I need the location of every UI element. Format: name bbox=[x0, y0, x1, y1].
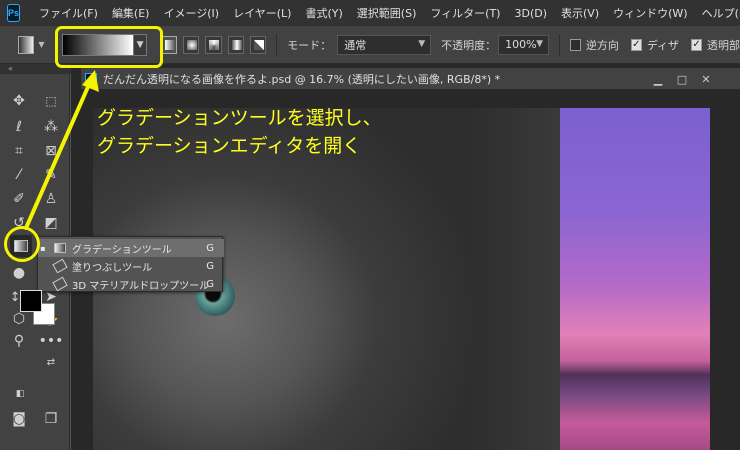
divider bbox=[559, 33, 560, 56]
shortcut-key: G bbox=[206, 260, 214, 272]
radial-gradient-button[interactable] bbox=[183, 35, 200, 54]
reflected-gradient-button[interactable] bbox=[227, 35, 245, 54]
angle-gradient-button[interactable] bbox=[205, 35, 222, 54]
tool-preset-picker[interactable] bbox=[18, 35, 35, 54]
chevron-down-icon: ▼ bbox=[536, 38, 544, 49]
menu-select[interactable]: 選択範囲(S) bbox=[350, 5, 424, 21]
gradient-picker-highlight bbox=[55, 26, 163, 68]
move-tool-icon[interactable]: ✥ bbox=[8, 90, 30, 112]
linear-gradient-button[interactable] bbox=[160, 35, 178, 54]
dither-checkbox[interactable]: ✓ bbox=[630, 38, 642, 51]
blur-tool-icon[interactable]: ● bbox=[8, 262, 30, 284]
transparency-checkbox[interactable]: ✓ bbox=[691, 38, 702, 51]
stamp-tool-icon[interactable]: ♙ bbox=[40, 188, 62, 210]
reverse-checkbox[interactable] bbox=[569, 38, 581, 51]
document-title: だんだん透明になる画像を作るよ.psd @ 16.7% (透明にしたい画像, R… bbox=[103, 72, 501, 86]
gradient-fade-area bbox=[473, 108, 563, 450]
default-colors-icon[interactable]: ◧ bbox=[14, 388, 26, 400]
3d-material-drop-icon bbox=[52, 276, 68, 292]
menu-layer[interactable]: レイヤー(L) bbox=[226, 5, 298, 21]
flyout-label: グラデーションツール bbox=[72, 244, 172, 256]
tutorial-annotation: グラデーションツールを選択し、 グラデーションエディタを開く bbox=[97, 104, 382, 160]
lasso-tool-icon[interactable]: ℓ bbox=[8, 116, 30, 138]
photoshop-logo: Ps bbox=[7, 4, 21, 22]
magic-wand-tool-icon[interactable]: ⁂ bbox=[40, 116, 62, 138]
screen-mode-icon[interactable]: ❐ bbox=[40, 408, 62, 430]
opacity-label: 不透明度： bbox=[441, 38, 497, 52]
diamond-gradient-button[interactable] bbox=[250, 35, 267, 54]
foreground-color-swatch[interactable] bbox=[20, 290, 42, 312]
document-tab[interactable]: だんだん透明になる画像を作るよ.psd @ 16.7% (透明にしたい画像, R… bbox=[81, 68, 740, 90]
eyedropper-tool-icon[interactable]: ⁄ bbox=[8, 164, 30, 186]
reverse-label: 逆方向 bbox=[585, 38, 619, 52]
chevron-down-icon: ▼ bbox=[418, 38, 426, 49]
opacity-value: 100% bbox=[505, 38, 537, 51]
gradient-tool-icon bbox=[54, 243, 66, 253]
menu-image[interactable]: イメージ(I) bbox=[156, 5, 226, 21]
shortcut-key: G bbox=[206, 242, 214, 254]
psd-file-icon bbox=[85, 72, 97, 85]
menu-file[interactable]: ファイル(F) bbox=[32, 5, 105, 21]
zoom-tool-icon[interactable]: ⚲ bbox=[8, 330, 30, 352]
mode-value: 通常 bbox=[344, 38, 367, 52]
paint-bucket-icon bbox=[52, 258, 68, 274]
flyout-label: 塗りつぶしツール bbox=[72, 262, 153, 274]
menu-help[interactable]: ヘルプ(H) bbox=[695, 5, 740, 21]
flyout-item-3d-material-drop-tool[interactable]: 3D マテリアルドロップツール G bbox=[38, 275, 224, 293]
close-icon[interactable]: ✕ bbox=[697, 72, 715, 86]
annotation-line-2: グラデーションエディタを開く bbox=[97, 135, 362, 157]
mode-label: モード： bbox=[287, 38, 332, 52]
brush-tool-icon[interactable]: ✐ bbox=[8, 188, 30, 210]
shortcut-key: G bbox=[206, 278, 214, 290]
chevron-down-icon[interactable]: ▼ bbox=[38, 40, 44, 49]
sunset-photo bbox=[560, 108, 710, 450]
annotation-line-1: グラデーションツールを選択し、 bbox=[97, 107, 382, 129]
frame-tool-icon[interactable]: ⊠ bbox=[40, 140, 62, 162]
marquee-tool-icon[interactable]: ⬚ bbox=[40, 90, 62, 112]
swap-colors-icon[interactable]: ⇄ bbox=[44, 355, 58, 369]
mode-select[interactable]: 通常 ▼ bbox=[337, 34, 432, 55]
crop-tool-icon[interactable]: ⌗ bbox=[8, 140, 30, 162]
menu-3d[interactable]: 3D(D) bbox=[507, 7, 554, 20]
menu-bar: Ps ファイル(F) 編集(E) イメージ(I) レイヤー(L) 書式(Y) 選… bbox=[0, 0, 740, 26]
dither-label: ディザ bbox=[646, 38, 680, 52]
healing-brush-tool-icon[interactable]: ✎ bbox=[40, 164, 62, 186]
menu-edit[interactable]: 編集(E) bbox=[105, 5, 157, 21]
flyout-label: 3D マテリアルドロップツール bbox=[72, 280, 210, 292]
minimize-icon[interactable]: ▁ bbox=[649, 72, 667, 86]
transparency-label: 透明部 bbox=[707, 38, 740, 52]
menu-view[interactable]: 表示(V) bbox=[554, 5, 606, 21]
flyout-item-paint-bucket-tool[interactable]: 塗りつぶしツール G bbox=[38, 257, 224, 275]
quick-mask-icon[interactable]: ◙ bbox=[8, 408, 30, 430]
eraser-tool-icon[interactable]: ◩ bbox=[40, 212, 62, 234]
maximize-icon[interactable]: □ bbox=[673, 72, 691, 86]
divider bbox=[276, 33, 278, 56]
gradient-tool-highlight bbox=[4, 226, 40, 262]
more-tools-icon[interactable]: ••• bbox=[39, 330, 64, 352]
menu-window[interactable]: ウィンドウ(W) bbox=[606, 5, 694, 21]
menu-filter[interactable]: フィルター(T) bbox=[423, 5, 507, 21]
menu-type[interactable]: 書式(Y) bbox=[298, 5, 349, 21]
tool-flyout-menu: ▪ グラデーションツール G 塗りつぶしツール G 3D マテリアルドロップツー… bbox=[37, 236, 224, 293]
flyout-item-gradient-tool[interactable]: ▪ グラデーションツール G bbox=[38, 239, 224, 257]
opacity-input[interactable]: 100% ▼ bbox=[498, 34, 550, 55]
